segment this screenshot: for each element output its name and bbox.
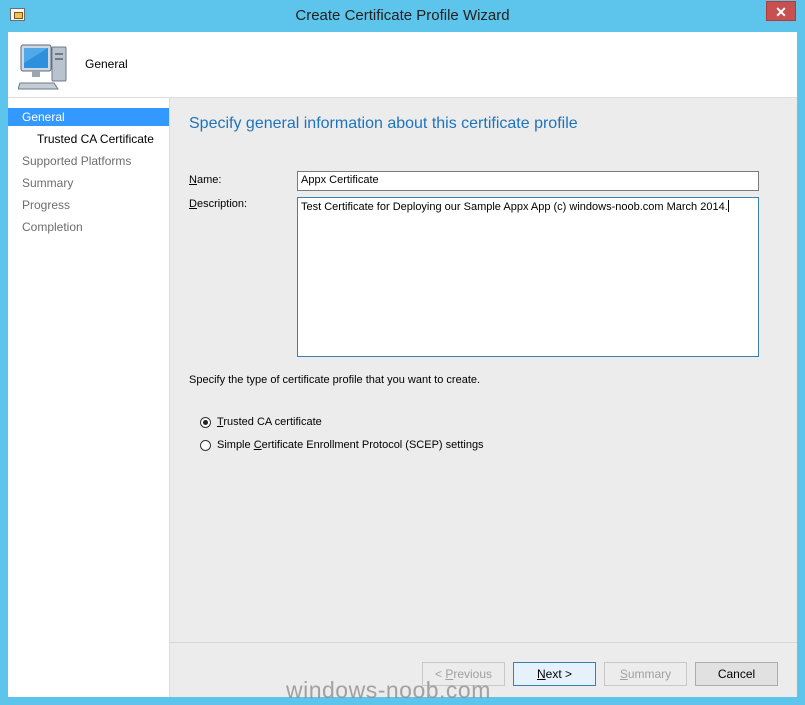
certificate-type-prompt: Specify the type of certificate profile … bbox=[189, 374, 481, 386]
wizard-window: General General Trusted CA Certificate S… bbox=[8, 32, 797, 697]
next-button[interactable]: Next > bbox=[513, 662, 596, 686]
nav-item-summary[interactable]: Summary bbox=[8, 174, 73, 192]
nav-item-general[interactable]: General bbox=[8, 108, 169, 126]
description-label: Description: bbox=[189, 198, 248, 210]
computer-icon bbox=[18, 44, 67, 90]
page-heading: Specify general information about this c… bbox=[189, 115, 578, 132]
nav-item-supported-platforms[interactable]: Supported Platforms bbox=[8, 152, 131, 170]
nav-item-progress[interactable]: Progress bbox=[8, 196, 70, 214]
radio-trusted-ca-label: Trusted CA certificate bbox=[217, 416, 322, 428]
description-input[interactable]: Test Certificate for Deploying our Sampl… bbox=[297, 197, 759, 357]
name-label: Name: bbox=[189, 174, 222, 186]
radio-button-unchecked[interactable] bbox=[200, 440, 211, 451]
radio-button-checked[interactable] bbox=[200, 417, 211, 428]
summary-button[interactable]: Summary bbox=[604, 662, 687, 686]
radio-scep-label: Simple Certificate Enrollment Protocol (… bbox=[217, 439, 484, 451]
name-input[interactable]: Appx Certificate bbox=[297, 171, 759, 191]
wizard-steps: General Trusted CA Certificate Supported… bbox=[8, 98, 170, 697]
header-title: General bbox=[85, 57, 128, 71]
cancel-button[interactable]: Cancel bbox=[695, 662, 778, 686]
close-button[interactable]: ✕ bbox=[766, 1, 796, 21]
text-caret bbox=[727, 200, 729, 212]
wizard-header: General bbox=[8, 32, 797, 98]
description-text: Test Certificate for Deploying our Sampl… bbox=[301, 201, 728, 213]
wizard-page: Specify general information about this c… bbox=[170, 98, 797, 642]
watermark-text: windows-noob.com bbox=[286, 677, 491, 703]
title-bar[interactable]: Create Certificate Profile Wizard ✕ bbox=[0, 0, 805, 32]
nav-item-completion[interactable]: Completion bbox=[8, 218, 83, 236]
window-title: Create Certificate Profile Wizard bbox=[295, 7, 510, 24]
nav-item-trusted-ca-certificate[interactable]: Trusted CA Certificate bbox=[8, 130, 154, 148]
